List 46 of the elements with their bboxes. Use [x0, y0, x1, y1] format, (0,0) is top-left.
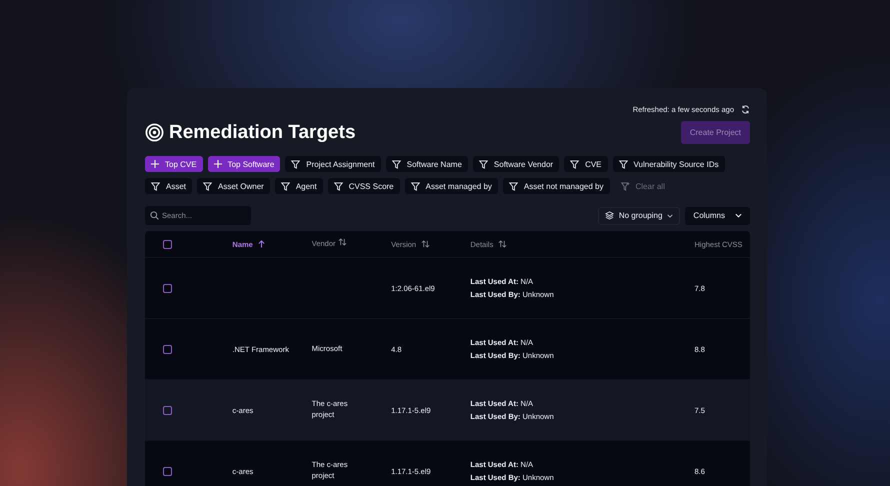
sort-ascending-icon [258, 240, 265, 248]
row-checkbox[interactable] [163, 344, 172, 354]
layers-icon [604, 211, 614, 220]
clear-all-button[interactable]: Clear all [614, 178, 671, 194]
filter-button[interactable]: Software Name [386, 156, 468, 172]
page-title: Remediation Targets [169, 122, 356, 144]
filter-button[interactable]: CVE [564, 156, 608, 172]
filter-button[interactable]: CVSS Score [328, 178, 400, 194]
filter-button[interactable]: Asset managed by [404, 178, 498, 194]
filter-icon [478, 160, 488, 168]
filter-button[interactable]: Project Assignment [285, 156, 381, 172]
filter-icon [392, 160, 401, 168]
sort-icon [421, 240, 430, 248]
filter-button[interactable]: Asset not managed by [502, 178, 610, 194]
row-checkbox[interactable] [163, 406, 172, 414]
chevron-icon [667, 214, 674, 218]
filter-button[interactable]: Asset Owner [197, 178, 270, 194]
sort-icon [498, 240, 508, 248]
row-checkbox[interactable] [163, 284, 172, 292]
filter-icon [570, 160, 580, 168]
search-icon [150, 211, 159, 220]
refresh-icon[interactable] [741, 105, 750, 114]
target-icon [145, 123, 164, 142]
filter-icon [334, 182, 343, 190]
select-all-checkbox[interactable] [163, 240, 172, 248]
plus-icon [214, 160, 222, 168]
filter-button[interactable]: Agent [274, 178, 323, 194]
filter-button[interactable]: Software Vendor [472, 156, 560, 172]
filter-icon [203, 182, 212, 190]
filter-icon [151, 182, 160, 190]
add-filter-button[interactable]: Top Software [208, 156, 280, 172]
add-filter-button[interactable]: Top CVE [145, 156, 203, 172]
chevron-icon [735, 213, 742, 218]
filter-button[interactable]: Asset [145, 178, 192, 194]
filter-icon [508, 182, 518, 190]
sort-icon [338, 238, 347, 246]
grouping-dropdown[interactable]: No grouping [598, 206, 680, 224]
plus-icon [151, 160, 159, 168]
filter-clear-icon [620, 182, 630, 190]
filter-icon [410, 182, 420, 190]
filter-button[interactable]: Vulnerability Source IDs [612, 156, 725, 172]
filter-icon [280, 182, 290, 190]
row-checkbox[interactable] [163, 466, 172, 476]
filter-icon [291, 160, 300, 168]
filter-icon [618, 160, 628, 168]
columns-dropdown[interactable]: Columns [685, 206, 750, 224]
